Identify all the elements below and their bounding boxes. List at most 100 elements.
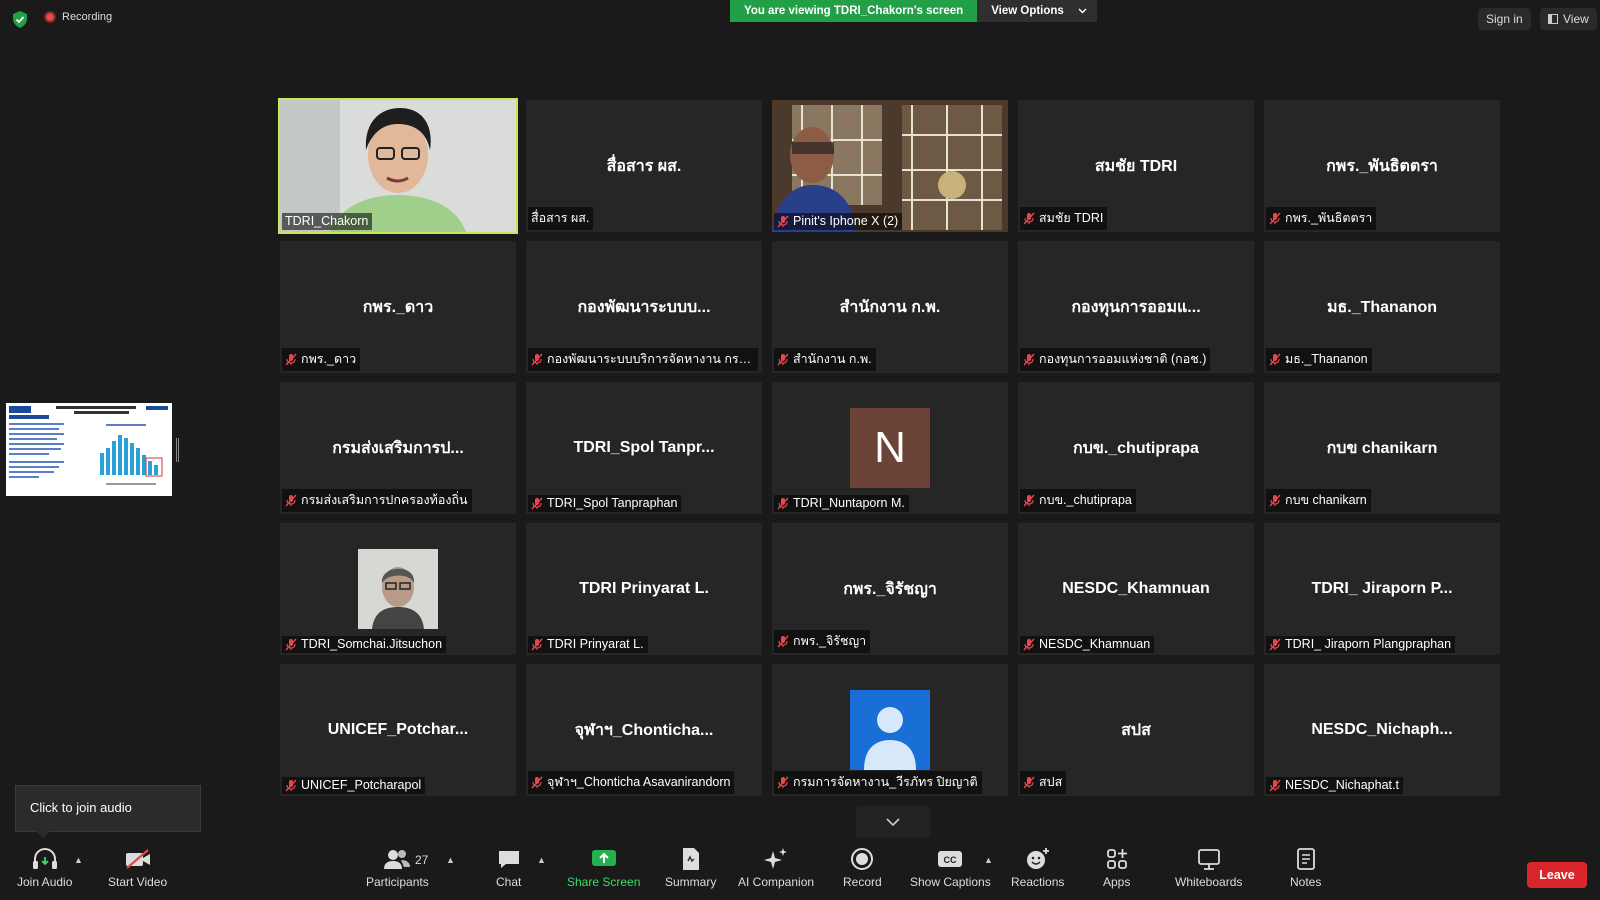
notes-icon: [1296, 848, 1315, 870]
sign-in-button[interactable]: Sign in: [1478, 8, 1531, 30]
participant-tile[interactable]: TDRI_Somchai.Jitsuchon: [280, 523, 516, 655]
show-captions-label: Show Captions: [910, 875, 991, 889]
apps-icon: [1106, 849, 1127, 869]
audio-options-caret-icon[interactable]: ▲: [74, 855, 83, 865]
participant-tile[interactable]: กองพัฒนาระบบบ... กองพัฒนาระบบบริการจัดหาง…: [526, 241, 762, 373]
participant-name: TDRI Prinyarat L.: [547, 637, 644, 651]
participant-tile[interactable]: กรมส่งเสริมการป... กรมส่งเสริมการปกครองท้…: [280, 382, 516, 514]
recording-dot-icon: [44, 11, 56, 23]
reactions-button[interactable]: Reactions: [1011, 845, 1064, 889]
mic-muted-icon: [285, 638, 297, 650]
mic-muted-icon: [531, 776, 543, 788]
participant-tile[interactable]: กองทุนการออมแ... กองทุนการออมแห่งชาติ (กอ…: [1018, 241, 1254, 373]
share-screen-button[interactable]: Share Screen: [567, 845, 640, 889]
participants-button[interactable]: Participants: [366, 845, 429, 889]
mic-muted-icon: [531, 638, 543, 650]
participant-tile[interactable]: Pinit's Iphone X (2): [772, 100, 1008, 232]
start-video-button[interactable]: Start Video: [108, 845, 167, 889]
shared-slide-preview: [6, 403, 172, 496]
view-options-button[interactable]: View Options: [977, 0, 1097, 22]
chat-button[interactable]: Chat: [496, 845, 521, 889]
recording-label: Recording: [62, 11, 113, 23]
notes-button[interactable]: Notes: [1290, 845, 1321, 889]
participant-tile[interactable]: กบข chanikarn กบข chanikarn: [1264, 382, 1500, 514]
participant-name: สมชัย TDRI: [1039, 211, 1104, 225]
participant-tile[interactable]: กพร._ดาว กพร._ดาว: [280, 241, 516, 373]
apps-button[interactable]: Apps: [1103, 845, 1130, 889]
record-button[interactable]: Record: [843, 845, 882, 889]
participant-tile[interactable]: TDRI_Chakorn: [278, 98, 518, 234]
participant-name-label: Pinit's Iphone X (2): [774, 213, 903, 230]
participant-tile[interactable]: สมชัย TDRI สมชัย TDRI: [1018, 100, 1254, 232]
show-captions-button[interactable]: CC Show Captions: [910, 845, 991, 889]
participant-name: กบข._chutiprapa: [1039, 493, 1132, 507]
participant-name: สำนักงาน ก.พ.: [793, 352, 872, 366]
shared-screen-thumbnail[interactable]: [6, 403, 172, 496]
participant-name: NESDC_Nichaphat.t: [1285, 778, 1399, 792]
participant-name: สื่อสาร ผส.: [531, 211, 590, 225]
participant-name: สปส: [1039, 775, 1063, 789]
mic-muted-icon: [531, 353, 543, 365]
security-shield-icon[interactable]: [12, 11, 28, 28]
participant-name-label: จุฬาฯ_Chonticha Asavanirandorn: [528, 771, 735, 794]
participant-name-label: กองทุนการออมแห่งชาติ (กอช.): [1020, 348, 1211, 371]
notes-label: Notes: [1290, 875, 1322, 889]
mic-muted-icon: [1269, 494, 1281, 506]
participant-tile[interactable]: กรมการจัดหางาน_วีรภัทร ปิยญาติ: [772, 664, 1008, 796]
recording-indicator[interactable]: Recording: [44, 11, 112, 23]
participant-name-label: มธ._Thananon: [1266, 348, 1372, 371]
join-audio-button[interactable]: Join Audio: [17, 845, 72, 889]
participant-tile[interactable]: สปส สปส: [1018, 664, 1254, 796]
participant-tile[interactable]: TDRI_ Jiraporn P... TDRI_ Jiraporn Plangp…: [1264, 523, 1500, 655]
participant-name-label: กรมส่งเสริมการปกครองท้องถิ่น: [282, 489, 472, 512]
mic-muted-icon: [1023, 638, 1035, 650]
chat-icon: [498, 851, 519, 868]
avatar-initial: N: [874, 423, 906, 472]
participant-name-label: TDRI_ Jiraporn Plangpraphan: [1266, 636, 1456, 653]
mic-muted-icon: [531, 497, 543, 509]
participants-caret-icon[interactable]: ▲: [446, 855, 455, 865]
participant-tile[interactable]: TDRI Prinyarat L. TDRI Prinyarat L.: [526, 523, 762, 655]
participant-tile[interactable]: NESDC_Khamnuan NESDC_Khamnuan: [1018, 523, 1254, 655]
captions-icon: CC: [938, 851, 963, 867]
record-icon: [851, 848, 874, 870]
mic-muted-icon: [1269, 353, 1281, 365]
participant-tile[interactable]: UNICEF_Potchar... UNICEF_Potcharapol: [280, 664, 516, 796]
mic-muted-icon: [777, 353, 789, 365]
reactions-label: Reactions: [1011, 875, 1065, 889]
apps-label: Apps: [1103, 875, 1131, 889]
participant-name: TDRI_Somchai.Jitsuchon: [301, 637, 443, 651]
join-audio-tooltip[interactable]: Click to join audio: [15, 785, 201, 838]
participant-tile[interactable]: กพร._พันธิตตรา กพร._พันธิตตรา: [1264, 100, 1500, 232]
mic-muted-icon: [1023, 212, 1035, 224]
chat-caret-icon[interactable]: ▲: [537, 855, 546, 865]
participant-tile[interactable]: สำนักงาน ก.พ. สำนักงาน ก.พ.: [772, 241, 1008, 373]
thumbnail-resize-handle[interactable]: [176, 438, 179, 462]
view-layout-icon: [1548, 14, 1558, 24]
gallery-scroll-down-button[interactable]: [856, 806, 930, 838]
participant-name: กพร._จิรัชญา: [793, 634, 867, 648]
summary-button[interactable]: Summary: [665, 845, 716, 889]
participant-tile[interactable]: กบข._chutiprapa กบข._chutiprapa: [1018, 382, 1254, 514]
participant-name-label: กองพัฒนาระบบบริการจัดหางาน กรมการจ...: [528, 348, 758, 371]
participant-name-label: UNICEF_Potcharapol: [282, 777, 426, 794]
meeting-toolbar: Join Audio ▲ Start Video Participants 27…: [0, 845, 1600, 900]
participant-name-label: สปส: [1020, 771, 1067, 794]
participant-tile[interactable]: TDRI_Spol Tanpr... TDRI_Spol Tanpraphan: [526, 382, 762, 514]
ai-companion-button[interactable]: AI Companion: [738, 845, 814, 889]
participant-tile[interactable]: N TDRI_Nuntaporn M.: [772, 382, 1008, 514]
leave-button[interactable]: Leave: [1527, 862, 1587, 888]
whiteboards-button[interactable]: Whiteboards: [1175, 845, 1242, 889]
mic-muted-icon: [285, 353, 297, 365]
participant-name: กองพัฒนาระบบบริการจัดหางาน กรมการจ...: [547, 352, 754, 366]
video-off-icon: [125, 849, 150, 869]
view-button[interactable]: View: [1540, 8, 1597, 30]
participant-tile[interactable]: กพร._จิรัชญา กพร._จิรัชญา: [772, 523, 1008, 655]
ai-companion-label: AI Companion: [738, 875, 815, 889]
participant-name-label: สื่อสาร ผส.: [528, 207, 594, 230]
participant-tile[interactable]: มธ._Thananon มธ._Thananon: [1264, 241, 1500, 373]
captions-caret-icon[interactable]: ▲: [984, 855, 993, 865]
participant-tile[interactable]: NESDC_Nichaph... NESDC_Nichaphat.t: [1264, 664, 1500, 796]
participant-tile[interactable]: จุฬาฯ_Chonticha... จุฬาฯ_Chonticha Asavan…: [526, 664, 762, 796]
participant-tile[interactable]: สื่อสาร ผส. สื่อสาร ผส.: [526, 100, 762, 232]
